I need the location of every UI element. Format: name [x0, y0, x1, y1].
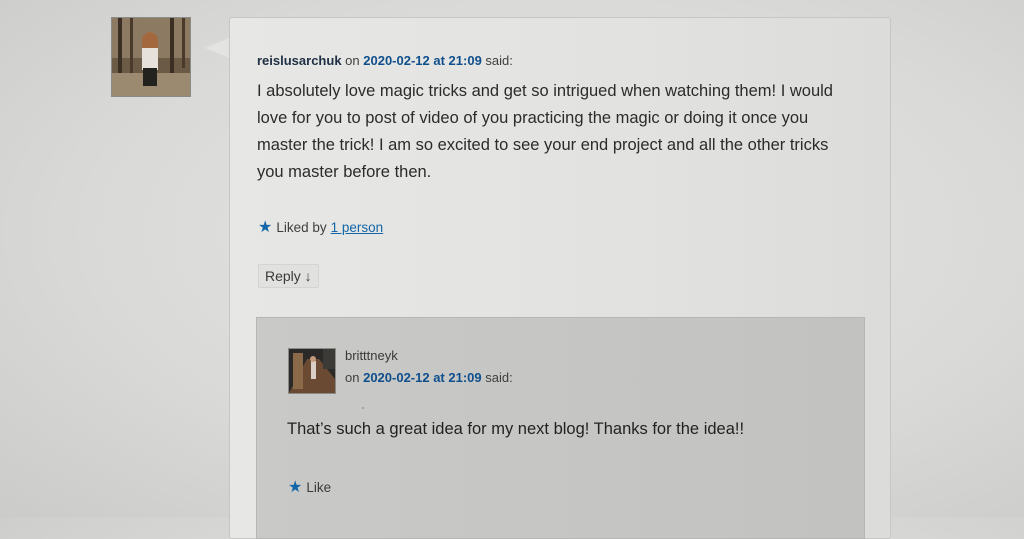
- comment-date[interactable]: 2020-02-12 at 21:09: [363, 53, 482, 68]
- like-button[interactable]: ★ Like: [288, 477, 331, 497]
- reply-author[interactable]: britttneyk: [345, 348, 398, 363]
- reply-date[interactable]: 2020-02-12 at 21:09: [363, 370, 482, 385]
- comment-author[interactable]: reislusarchuk: [257, 53, 342, 68]
- comment-pointer: [205, 38, 229, 58]
- comment-on: on: [345, 53, 360, 68]
- comment-body-line: love for you to post of video of you pra…: [257, 109, 809, 127]
- reply-said: said:: [485, 370, 513, 385]
- reply-on: on: [345, 370, 360, 385]
- comment-said: said:: [485, 53, 513, 68]
- reply-body: That’s such a great idea for my next blo…: [287, 420, 745, 438]
- avatar-britttneyk[interactable]: [288, 348, 336, 394]
- comment-meta: reislusarchuk on 2020-02-12 at 21:09 sai…: [257, 53, 513, 68]
- avatar-reislusarchuk[interactable]: [111, 17, 191, 97]
- avatar-image: [112, 18, 190, 96]
- reply-meta: on 2020-02-12 at 21:09 said:: [345, 370, 513, 385]
- star-icon: ★: [258, 219, 273, 236]
- star-icon: ★: [288, 479, 303, 496]
- reply-button[interactable]: Reply ↓: [258, 264, 319, 288]
- liked-by: ★ Liked by 1 person: [258, 217, 383, 237]
- comment-body-line: master the trick! I am so excited to see…: [257, 136, 829, 154]
- divider-dot: [362, 407, 364, 409]
- comment-body: I absolutely love magic tricks and get s…: [257, 78, 867, 186]
- comment-body-line: you master before then.: [257, 163, 432, 181]
- liked-by-link[interactable]: 1 person: [331, 220, 384, 235]
- like-label[interactable]: Like: [306, 480, 331, 495]
- liked-by-prefix: Liked by: [276, 219, 327, 235]
- avatar-image: [289, 349, 335, 393]
- comment-body-line: I absolutely love magic tricks and get s…: [257, 82, 833, 100]
